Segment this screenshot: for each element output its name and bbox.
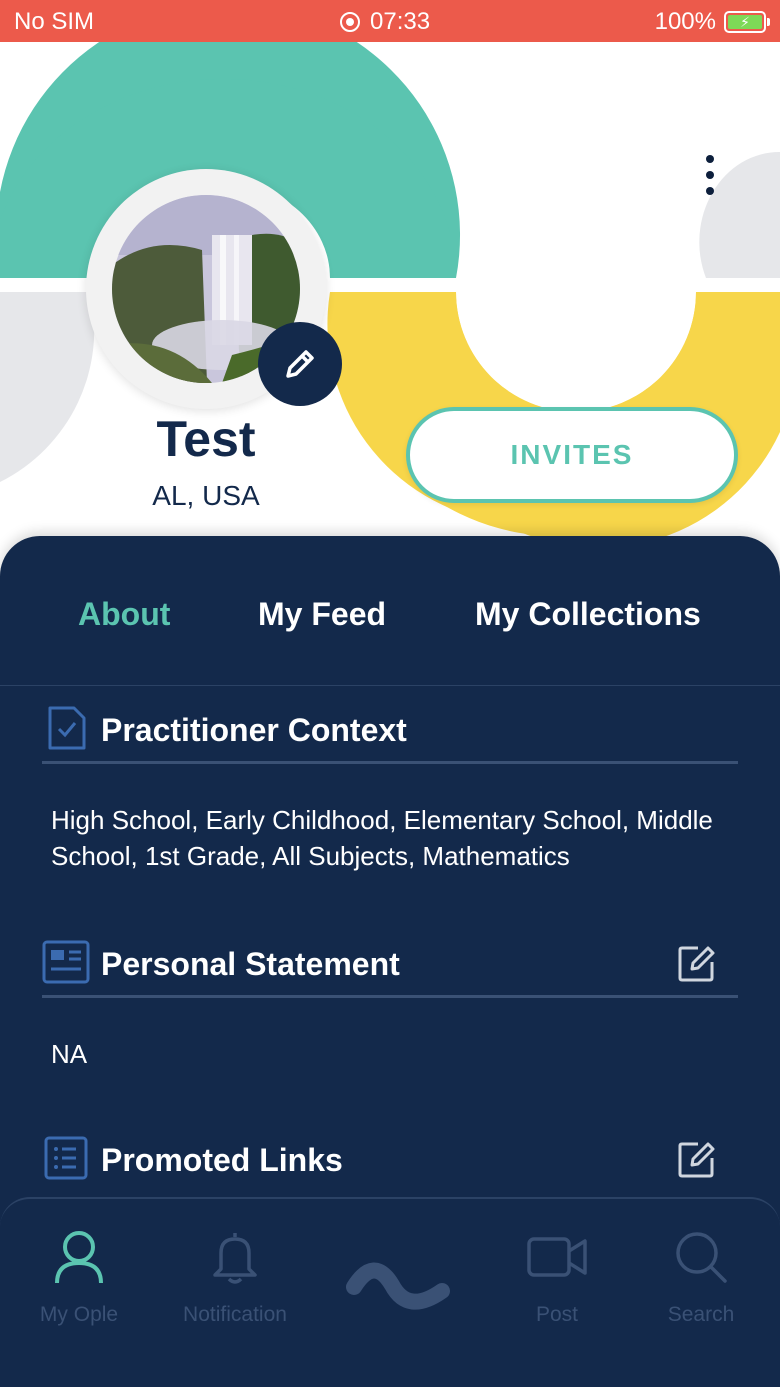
status-right: 100% ⚡ — [654, 8, 770, 36]
nav-label: Post — [535, 1303, 579, 1326]
grey-left-shape — [0, 292, 95, 482]
edit-links-icon[interactable] — [676, 1138, 718, 1180]
profile-tabs: About My Feed My Collections — [0, 536, 780, 686]
section-title: Practitioner Context — [101, 712, 407, 748]
nav-search[interactable]: Search — [631, 1229, 771, 1359]
invites-button[interactable]: INVITES — [406, 407, 738, 503]
section-title: Promoted Links — [101, 1142, 343, 1178]
nav-label: My Ople — [39, 1303, 119, 1326]
tab-my-collections[interactable]: My Collections — [475, 596, 701, 633]
edit-statement-icon[interactable] — [676, 942, 718, 984]
practitioner-context-header: Practitioner Context — [42, 704, 738, 764]
nav-label: Notification — [183, 1303, 287, 1326]
nav-post[interactable]: Post — [487, 1229, 627, 1359]
status-bar: No SIM 07:33 100% ⚡ — [0, 0, 780, 42]
list-icon — [44, 1136, 88, 1180]
section-title: Personal Statement — [101, 946, 400, 982]
carrier-label: No SIM — [14, 8, 95, 35]
pencil-icon — [286, 350, 314, 378]
battery-icon: ⚡ — [724, 11, 770, 33]
status-center: 07:33 — [340, 8, 430, 36]
bell-icon — [213, 1233, 257, 1284]
tab-my-feed[interactable]: My Feed — [258, 596, 386, 633]
search-icon — [676, 1232, 727, 1283]
practitioner-context-text: High School, Early Childhood, Elementary… — [51, 805, 713, 871]
ople-logo-button[interactable] — [340, 1249, 460, 1329]
clock-label: 07:33 — [370, 8, 431, 35]
video-camera-icon — [527, 1237, 587, 1277]
nav-label: Search — [667, 1303, 735, 1326]
document-check-icon — [48, 706, 86, 750]
tab-about[interactable]: About — [78, 596, 170, 633]
profile-location: AL, USA — [152, 480, 260, 511]
bottom-navigation: My Ople Notification Post Search — [0, 1197, 780, 1387]
ople-logo-icon — [346, 1262, 450, 1310]
promoted-links-header: Promoted Links — [42, 1134, 738, 1194]
personal-statement-text: NA — [51, 1039, 88, 1069]
nav-notification[interactable]: Notification — [165, 1229, 305, 1359]
screen-record-icon — [340, 12, 360, 32]
profile-name: Test — [156, 411, 256, 467]
user-icon — [55, 1231, 103, 1284]
edit-photo-button[interactable] — [258, 322, 342, 406]
more-options-icon[interactable] — [700, 155, 720, 195]
id-card-icon — [42, 940, 90, 984]
nav-my-ople[interactable]: My Ople — [9, 1229, 149, 1359]
personal-statement-header: Personal Statement — [42, 938, 738, 998]
battery-label: 100% — [654, 8, 716, 35]
